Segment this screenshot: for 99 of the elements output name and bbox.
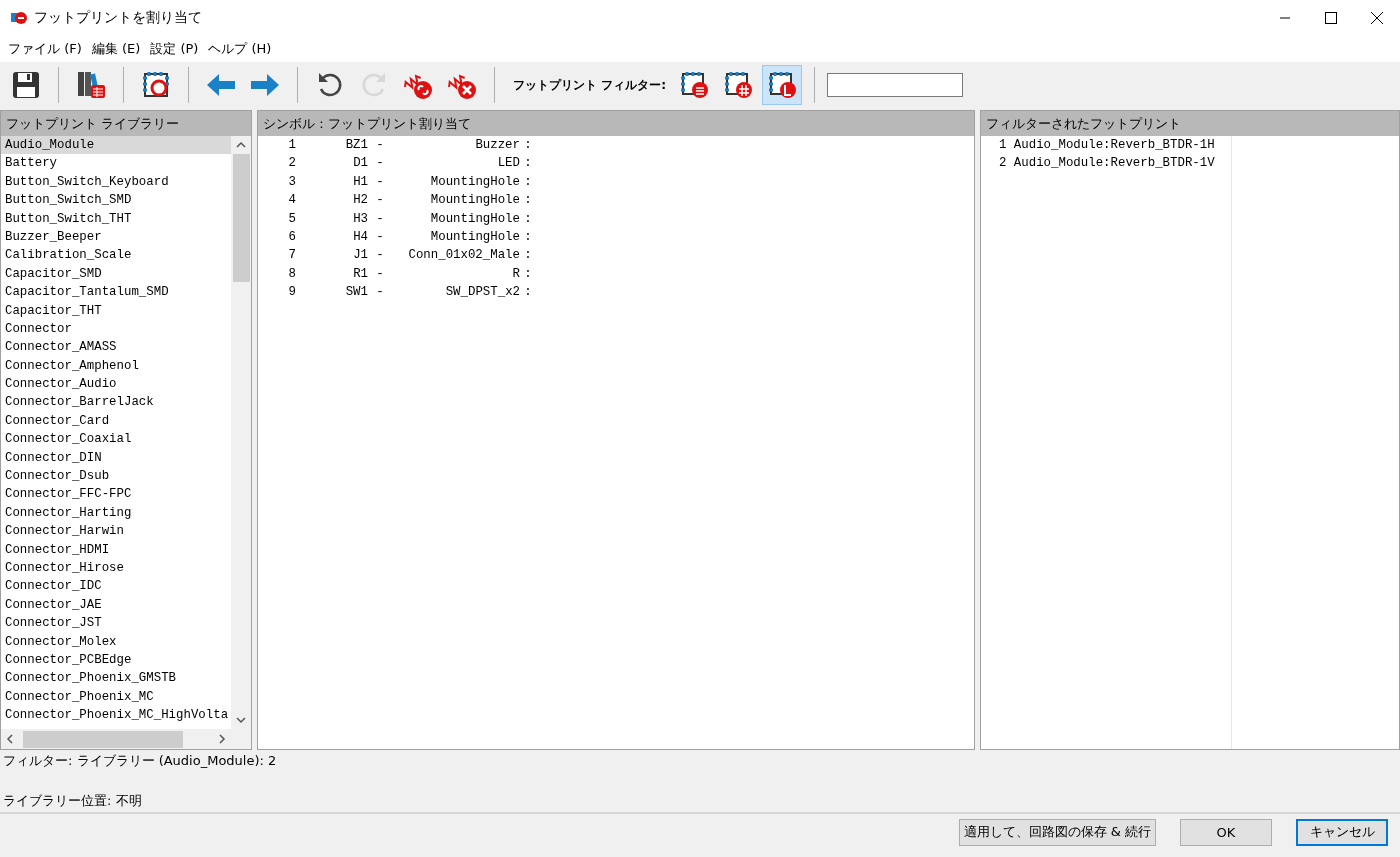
library-list-item[interactable]: Connector_Coaxial [1,430,231,449]
row-number: 6 [287,228,296,246]
separator-text: : [523,137,533,154]
separator-text: - [375,173,385,191]
separator-text: - [375,137,385,154]
library-list-item[interactable]: Connector_Phoenix_MC_HighVolta [1,706,231,725]
dialog-button[interactable]: OK [1180,818,1272,846]
library-list-item[interactable]: Connector_Phoenix_GMSTB [1,669,231,688]
library-list-item[interactable]: Connector_AMASS [1,338,231,357]
library-list-item[interactable]: Capacitor_THT [1,301,231,320]
library-list-item[interactable]: Capacitor_Tantalum_SMD [1,283,231,302]
library-list-item[interactable]: Connector_PCBEdge [1,650,231,670]
value-cell-text: Conn_01x02_Male [407,247,520,265]
separator-text: : [523,228,533,246]
separator-text: : [523,155,533,173]
row-number: 3 [287,173,296,191]
separator-text: - [375,210,385,228]
row-number: 4 [287,192,296,210]
reference-cell-text: D1 [352,155,368,173]
library-list-item[interactable]: Button_Switch_SMD [1,191,231,210]
scroll-thumb[interactable] [232,154,250,282]
value-cell-text: LED [496,155,520,173]
panel-header: シンボル : フットプリント割り当て [258,111,974,136]
separator-text: : [523,265,533,283]
library-list-item[interactable]: Connector_Harting [1,503,231,523]
value-cell-text: MountingHole [429,228,520,246]
library-list-item[interactable]: Connector_IDC [1,577,231,596]
library-list-item[interactable]: Button_Switch_Keyboard [1,172,231,192]
library-list-item[interactable]: Connector_Audio [1,375,231,394]
value-cell-text: R [511,265,520,283]
filter-label: フットプリント フィルター: [513,76,666,94]
library-list-item[interactable]: Connector [1,319,231,339]
footprint-library-filter-icon[interactable] [762,65,802,105]
separator-text: - [375,284,385,302]
footprint-list-item[interactable]: 1 Audio_Module:Reverb_BTDR-1H [981,136,1231,155]
library-list-item[interactable]: Connector_DIN [1,448,231,468]
library-list-item[interactable]: Buzzer_Beeper [1,227,231,247]
separator-text: : [523,173,533,191]
reference-cell-text: BZ1 [344,137,368,154]
scroll-thumb[interactable] [23,730,183,748]
row-number: 5 [287,210,296,228]
dialog-button[interactable]: 適用して、回路図の保存 & 続行 [958,818,1156,846]
row-number: 8 [287,265,296,283]
library-list-item[interactable]: Connector_BarrelJack [1,393,231,412]
reference-cell-text: H3 [352,210,368,228]
library-list-item[interactable]: Connector_Card [1,411,231,431]
value-cell-text: MountingHole [429,173,520,191]
library-list-item[interactable]: Connector_Molex [1,632,231,651]
row-number: 7 [287,247,296,265]
separator-text: : [523,284,533,302]
reference-cell-text: J1 [352,247,368,265]
search-field[interactable] [827,73,963,97]
library-list-item[interactable]: Connector_HDMI [1,540,231,559]
separator-text: : [523,247,533,265]
row-number: 1 [287,137,296,154]
status-text: ライブラリー位置: 不明 [3,792,143,810]
value-cell-text: Buzzer [474,137,520,154]
menu-item[interactable]: 編集 (E) [86,40,146,58]
library-list-item[interactable]: Connector_Phoenix_MC [1,687,231,707]
separator-text: : [523,192,533,210]
separator-text: - [375,155,385,173]
reference-cell-text: H2 [352,192,368,210]
row-number: 9 [287,284,296,302]
menu-item[interactable]: 設定 (P) [145,40,204,58]
library-list-item[interactable]: Connector_Harwin [1,522,231,541]
close-icon[interactable] [1368,10,1386,26]
library-list-item[interactable]: Connector_JAE [1,595,231,615]
status-text: フィルター: ライブラリー (Audio_Module): 2 [3,752,278,770]
value-cell-text: MountingHole [429,192,520,210]
menu-item[interactable]: ファイル (F) [3,40,87,58]
reference-cell-text: SW1 [344,284,368,302]
library-list-item[interactable]: Connector_Hirose [1,559,231,578]
library-list-item[interactable]: Connector_FFC-FPC [1,485,231,504]
reference-cell-text: H4 [352,228,368,246]
dialog-button[interactable]: キャンセル [1296,818,1388,846]
reference-cell-text: R1 [352,265,368,283]
separator-text: - [375,192,385,210]
library-list-item[interactable]: Battery [1,154,231,173]
separator-text: - [375,247,385,265]
library-list-item[interactable]: Connector_JST [1,614,231,633]
library-list-item[interactable]: Calibration_Scale [1,246,231,265]
separator-text: - [375,228,385,246]
library-list-item[interactable]: Connector_Dsub [1,467,231,486]
library-list-item[interactable]: Audio_Module [1,136,231,155]
menu-item[interactable]: ヘルプ (H) [203,40,277,58]
library-list-item[interactable]: Capacitor_SMD [1,264,231,284]
footprint-list-item[interactable]: 2 Audio_Module:Reverb_BTDR-1V [981,154,1231,173]
reference-cell-text: H1 [352,173,368,191]
row-number: 2 [287,155,296,173]
separator-text: : [523,210,533,228]
library-list-item[interactable]: Connector_Amphenol [1,356,231,376]
window-title: フットプリントを割り当て [34,9,203,27]
library-list-item[interactable]: Button_Switch_THT [1,209,231,228]
panel-header: フィルターされたフットプリント [981,111,1399,136]
maximize-icon[interactable] [1322,10,1340,26]
separator-text: - [375,265,385,283]
value-cell-text: SW_DPST_x2 [444,284,520,302]
panel-header: フットプリント ライブラリー [1,111,251,136]
value-cell-text: MountingHole [429,210,520,228]
